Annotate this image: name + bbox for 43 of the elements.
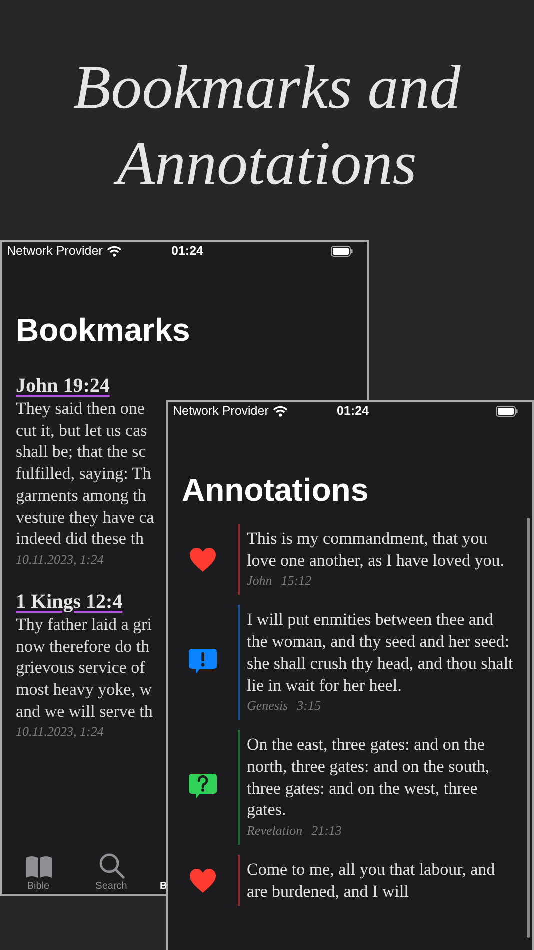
book-name: Genesis [247,697,288,716]
verse-text-line: indeed did these th [16,528,144,550]
verse-text-line: fulfilled, saying: Th [16,463,152,485]
verse-text-line: grievous service of [16,657,146,680]
heart-icon [189,547,217,572]
verse-text-line: vesture they have ca [16,506,154,528]
bookmark-date: 10.11.2023, 1:24 [16,550,104,569]
screen-title: Bookmarks [15,311,192,350]
battery-icon [496,406,518,416]
bookmark-reference[interactable]: John 19:24 [16,374,110,398]
verse-text: On the east, three gates: and on the north, three gates: and on the south, three gates: and on the west, three gates. [247,734,491,822]
screen-title: Annotations [181,471,370,510]
verse-text-line: They said then one [16,398,145,420]
verse-text-line: now therefore do th [16,636,150,658]
bookmark-reference[interactable]: 1 Kings 12:4 [16,590,123,614]
search-icon [98,853,124,879]
verse-text-line: shall be; that the sc [16,441,146,464]
verse-number: 15:12 [281,572,312,590]
carrier-name: Network Provider [173,404,269,418]
book-name: Revelation [247,822,303,840]
verse-text: Come to me, all you that labour, and are burdened, and I will [247,859,496,902]
verse-number: 3:15 [297,697,322,716]
tab-label[interactable]: Search [96,881,128,892]
verse-text-line: most heavy yoke, w [16,679,152,701]
book-icon [24,855,52,879]
verse-text: This is my commandment, that you love one another, as I have loved you. [247,528,506,572]
tab-label[interactable]: Bible [27,881,50,892]
verse-text-line: cut it, but let us cas [16,420,148,442]
bookmark-date: 10.11.2023, 1:24 [16,723,104,742]
carrier-name: Network Provider [7,244,103,258]
wifi-icon [106,246,122,256]
verse-number: 21:13 [312,822,342,840]
verse-text-line: garments among th [16,484,146,507]
verse-text-line: Thy father laid a gri [16,614,152,636]
status-time: 01:24 [337,404,369,418]
verse-text: I will put enmities between thee and the woman, and thy seed and her seed: she shall crush thy head, and thou shalt lie in wait for her heel. [247,609,514,696]
heart-icon [189,868,217,894]
headline-title: Bookmarks and Annotations [72,53,462,200]
battery-icon [330,246,353,256]
verse-text-line: and we will serve th [16,700,153,722]
book-name: John [247,572,272,590]
wifi-icon [272,406,288,416]
status-time: 01:24 [172,244,204,258]
